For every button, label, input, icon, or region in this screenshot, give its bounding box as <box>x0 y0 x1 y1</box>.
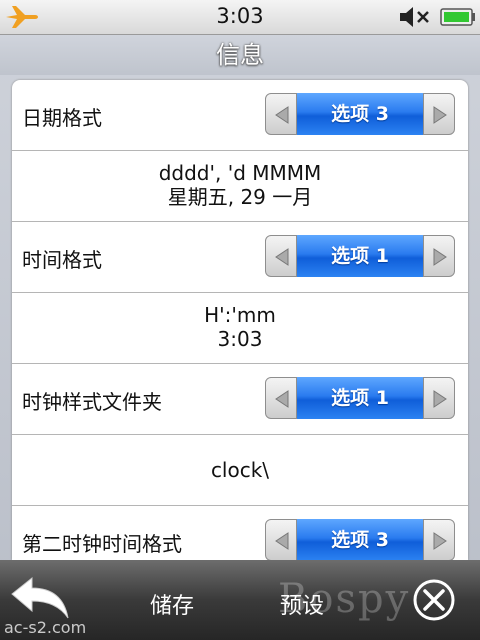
date-format-spinner: 选项 3 <box>265 93 455 135</box>
format-example: 星期五, 29 一月 <box>167 185 313 209</box>
watermark: Bospy <box>278 576 411 622</box>
arrow-right-icon <box>433 106 447 124</box>
status-bar: 3:03 <box>0 0 480 35</box>
arrow-left-icon <box>275 390 289 408</box>
arrow-left-icon <box>275 248 289 266</box>
previous-option-button[interactable] <box>265 377 297 419</box>
option-value[interactable]: 选项 1 <box>297 235 423 277</box>
setting-label: 日期格式 <box>22 106 102 130</box>
next-option-button[interactable] <box>423 377 455 419</box>
next-option-button[interactable] <box>423 93 455 135</box>
save-button[interactable]: 储存 <box>150 588 194 620</box>
folder-path: clock\ <box>210 458 270 482</box>
setting-label: 时钟样式文件夹 <box>22 390 162 414</box>
arrow-left-icon <box>275 532 289 550</box>
next-option-button[interactable] <box>423 235 455 277</box>
site-watermark: ac-s2.com <box>4 618 87 637</box>
page-title: 信息 <box>0 35 480 75</box>
arrow-right-icon <box>433 532 447 550</box>
second-clock-spinner: 选项 3 <box>265 519 455 560</box>
time-format-preview: H':'mm 3:03 <box>12 293 468 364</box>
setting-label: 时间格式 <box>22 248 102 272</box>
speaker-muted-icon <box>400 7 429 27</box>
previous-option-button[interactable] <box>265 93 297 135</box>
next-option-button[interactable] <box>423 519 455 560</box>
setting-row-date-format: 日期格式 选项 3 <box>12 80 468 151</box>
back-arrow-icon[interactable] <box>6 574 76 624</box>
format-pattern: H':'mm <box>204 303 276 327</box>
settings-list: 日期格式 选项 3 dddd', 'd MMMM 星期五, 29 一月 时间格式… <box>12 80 468 560</box>
setting-label: 第二时钟时间格式 <box>22 532 182 556</box>
option-value[interactable]: 选项 3 <box>297 93 423 135</box>
option-value[interactable]: 选项 3 <box>297 519 423 560</box>
format-example: 3:03 <box>217 327 263 351</box>
date-format-preview: dddd', 'd MMMM 星期五, 29 一月 <box>12 151 468 222</box>
setting-row-second-clock-time-format: 第二时钟时间格式 选项 3 <box>12 506 468 560</box>
previous-option-button[interactable] <box>265 235 297 277</box>
battery-icon <box>440 8 475 26</box>
arrow-right-icon <box>433 390 447 408</box>
time-format-spinner: 选项 1 <box>265 235 455 277</box>
setting-row-time-format: 时间格式 选项 1 <box>12 222 468 293</box>
arrow-left-icon <box>275 106 289 124</box>
close-icon[interactable] <box>412 578 456 622</box>
clock-style-spinner: 选项 1 <box>265 377 455 419</box>
previous-option-button[interactable] <box>265 519 297 560</box>
arrow-right-icon <box>433 248 447 266</box>
format-pattern: dddd', 'd MMMM <box>158 161 322 185</box>
option-value[interactable]: 选项 1 <box>297 377 423 419</box>
clock-style-preview: clock\ <box>12 435 468 506</box>
setting-row-clock-style-folder: 时钟样式文件夹 选项 1 <box>12 364 468 435</box>
